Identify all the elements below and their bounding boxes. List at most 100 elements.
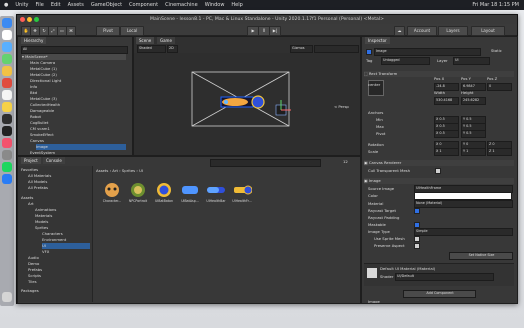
- game-tab[interactable]: Game: [157, 37, 175, 44]
- account-button[interactable]: Account: [407, 25, 437, 36]
- scale-y[interactable]: Y 1: [461, 148, 486, 156]
- dock-app-terminal-icon[interactable]: [2, 126, 12, 136]
- transform-tool-button[interactable]: ⌘: [66, 25, 76, 36]
- raycast-target-checkbox[interactable]: [414, 208, 420, 214]
- inspector-panel: Inspector Image Static Tag Untagged Laye…: [361, 36, 518, 304]
- layers-button[interactable]: Layers: [438, 25, 468, 36]
- maximize-window-icon[interactable]: [34, 17, 39, 22]
- scale-z[interactable]: Z 1: [487, 148, 512, 156]
- pivot-label: Pivot: [103, 27, 113, 33]
- asset-ui-health-frame[interactable]: UIHealthFr...: [232, 181, 253, 205]
- dock-app-spotify-icon[interactable]: [2, 162, 12, 172]
- pivot-y[interactable]: Y 0.5: [461, 130, 486, 138]
- inspector-tab[interactable]: Inspector: [365, 37, 390, 44]
- persp-label[interactable]: < Persp: [334, 104, 349, 109]
- dock-app-music-icon[interactable]: [2, 138, 12, 148]
- static-label[interactable]: Static: [491, 48, 502, 53]
- gizmos-dropdown[interactable]: Gizmos: [290, 45, 313, 53]
- scene-search-input[interactable]: [314, 45, 359, 53]
- asset-ui-health-bar[interactable]: UIHealthBar: [206, 181, 226, 205]
- scene-viewport[interactable]: < Persp: [134, 53, 360, 155]
- menu-unity[interactable]: Unity: [15, 2, 28, 8]
- dock-app-notes-icon[interactable]: [2, 102, 12, 112]
- dock-app-app-store-icon[interactable]: [2, 174, 12, 184]
- asset-ui-bat-baton[interactable]: UIBatBaton: [154, 181, 174, 205]
- dock-app-photos-icon[interactable]: [2, 66, 12, 76]
- packages-root[interactable]: Packages: [21, 288, 39, 294]
- image-component-header[interactable]: ▣ Image: [364, 178, 514, 184]
- scale-x[interactable]: X 1: [434, 148, 459, 156]
- console-tab-label: Console: [46, 158, 62, 163]
- hierarchy-label: MainScene*: [25, 54, 48, 59]
- tree-item[interactable]: Art: [28, 201, 34, 207]
- dock-app-chrome-icon[interactable]: [2, 78, 12, 88]
- material-field[interactable]: None (Material): [414, 200, 513, 208]
- use-sprite-mesh-checkbox[interactable]: [414, 236, 420, 242]
- raycast-padding-label[interactable]: Raycast Padding: [368, 215, 399, 220]
- cull-checkbox[interactable]: [435, 168, 441, 174]
- console-tab[interactable]: Console: [43, 157, 65, 164]
- scene-panel: Scene Game Shaded 2D Gizmos < Persp: [133, 36, 361, 156]
- height-field[interactable]: 245.6282: [461, 97, 486, 105]
- menu-edit[interactable]: Edit: [51, 2, 61, 8]
- width-field[interactable]: 530.4168: [434, 97, 459, 105]
- active-checkbox[interactable]: [366, 49, 372, 55]
- dock-app-unity-icon[interactable]: [2, 114, 12, 124]
- maskable-label: Maskable: [368, 222, 386, 227]
- asset-ui-bat-asp[interactable]: UIBatAsp...: [180, 181, 200, 205]
- dock-app-settings-icon[interactable]: [2, 150, 12, 160]
- tree-item[interactable]: VFX: [42, 249, 49, 255]
- dock-app-calendar-icon[interactable]: [2, 90, 12, 100]
- pos-z-field[interactable]: 0: [487, 83, 512, 91]
- asset-npc-portrait[interactable]: NPCPortrait: [128, 181, 148, 205]
- menu-cinemachine[interactable]: Cinemachine: [165, 2, 198, 8]
- collab-button[interactable]: ☁: [394, 25, 405, 36]
- dock-app-safari-icon[interactable]: [2, 30, 12, 40]
- step-button[interactable]: ▶|: [269, 25, 281, 36]
- menu-component[interactable]: Component: [129, 2, 158, 8]
- hierarchy-search-input[interactable]: All: [21, 46, 128, 54]
- menu-help[interactable]: Help: [231, 2, 242, 8]
- rotation-label: Rotation: [368, 142, 384, 147]
- shader-dropdown[interactable]: UI/Default: [395, 273, 494, 281]
- dock-app-mail-icon[interactable]: [2, 42, 12, 52]
- scene-tab[interactable]: Scene: [136, 37, 155, 44]
- tree-item[interactable]: Tiles: [28, 279, 37, 285]
- project-tab[interactable]: Project: [21, 157, 41, 164]
- local-toggle[interactable]: Local: [120, 25, 144, 36]
- favorite-item[interactable]: All Prefabs: [28, 185, 48, 191]
- object-name-input[interactable]: Image: [374, 48, 481, 56]
- anchors-label[interactable]: Anchors: [368, 110, 383, 115]
- layout-button[interactable]: Layout: [471, 25, 505, 36]
- pivot-toggle[interactable]: Pivot: [96, 25, 120, 36]
- dock-app-trash-icon[interactable]: [2, 292, 12, 302]
- shading-mode-dropdown[interactable]: Shaded: [137, 45, 166, 53]
- color-swatch[interactable]: [414, 192, 512, 200]
- apple-icon[interactable]: ●: [4, 2, 8, 8]
- menu-assets[interactable]: Assets: [68, 2, 84, 8]
- canvas-renderer-header[interactable]: ▣ Canvas Renderer: [364, 160, 514, 166]
- menu-file[interactable]: File: [36, 2, 44, 8]
- 2d-toggle[interactable]: 2D: [167, 45, 178, 53]
- hierarchy-tab[interactable]: Hierarchy: [21, 37, 47, 44]
- window-title-bar[interactable]: MainScene - lesson8.1 - PC, Mac & Linux …: [17, 15, 517, 24]
- image-type-dropdown[interactable]: Simple: [414, 228, 513, 236]
- add-component-button[interactable]: Add Component: [403, 290, 476, 298]
- dock-app-finder-icon[interactable]: [2, 18, 12, 28]
- dock-app-maps-icon[interactable]: [2, 54, 12, 64]
- preserve-aspect-checkbox[interactable]: [414, 243, 420, 249]
- mac-menubar: ● Unity File Edit Assets GameObject Comp…: [0, 0, 524, 10]
- minimize-window-icon[interactable]: [27, 17, 32, 22]
- close-window-icon[interactable]: [20, 17, 25, 22]
- pivot-x[interactable]: X 0.5: [434, 130, 459, 138]
- layer-dropdown[interactable]: UI: [453, 57, 490, 65]
- add-component-label: Add Component: [426, 291, 454, 295]
- asset-character[interactable]: Character...: [102, 181, 122, 205]
- tag-dropdown[interactable]: Untagged: [381, 57, 430, 65]
- main-toolbar: ✋ ✥ ↻ ⤢ ▭ ⌘ Pivot Local ▶ Ⅱ ▶| ☁ Account…: [17, 24, 517, 36]
- menu-window[interactable]: Window: [205, 2, 225, 8]
- menu-gameobject[interactable]: GameObject: [91, 2, 122, 8]
- inspector-footer-label: Image: [368, 299, 380, 304]
- set-native-size-button[interactable]: Set Native Size: [449, 252, 513, 260]
- project-search-input[interactable]: [210, 159, 321, 167]
